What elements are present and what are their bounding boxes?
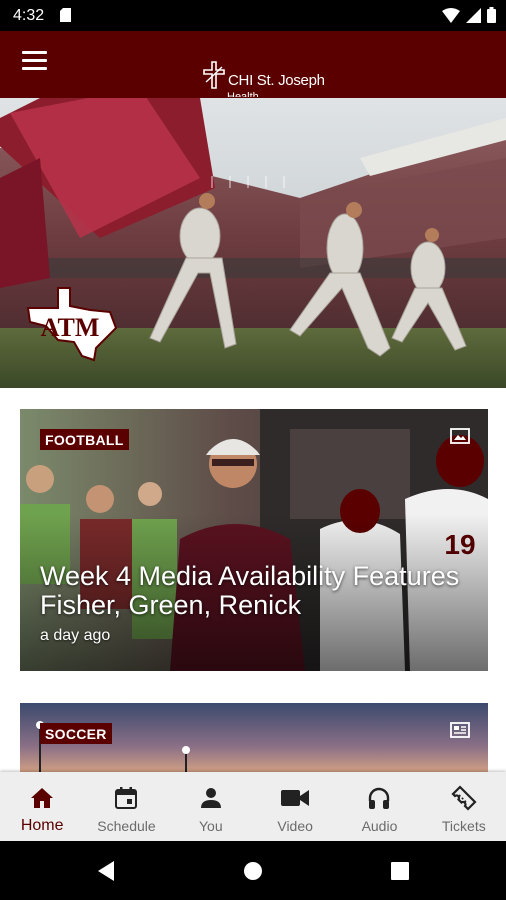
nav-label: You [199, 818, 223, 834]
nav-audio[interactable]: Audio [337, 772, 421, 841]
calendar-icon [115, 784, 138, 812]
back-icon[interactable] [96, 860, 116, 887]
system-nav-bar [0, 841, 506, 900]
sponsor-logo: CHI St. Joseph Health [202, 60, 325, 97]
nav-label: Tickets [441, 818, 486, 834]
category-tag: FOOTBALL [40, 429, 129, 450]
news-card[interactable]: 19 FOOTBALL Week 4 Media Availability Fe… [20, 409, 488, 671]
news-card[interactable]: SOCCER [20, 703, 488, 775]
battery-icon [487, 7, 496, 28]
wifi-icon [442, 7, 460, 28]
svg-text:ATM: ATM [41, 313, 100, 342]
news-card-time: a day ago [40, 627, 111, 644]
sd-card-icon [60, 8, 71, 27]
news-article-icon [450, 722, 470, 743]
status-time: 4:32 [13, 7, 45, 24]
sponsor-subtitle: Health [227, 91, 259, 97]
nav-video[interactable]: Video [253, 772, 337, 841]
ticket-icon [451, 784, 477, 812]
nav-label: Audio [361, 818, 398, 834]
hero-image: ATM [0, 98, 506, 388]
nav-home[interactable]: Home [0, 772, 84, 841]
cross-logo-icon [203, 61, 225, 89]
sponsor-name: CHI St. Joseph [228, 72, 325, 89]
hero-banner[interactable]: ATM [0, 98, 506, 388]
cell-signal-icon [466, 7, 481, 28]
gallery-icon [450, 428, 470, 451]
status-icons [442, 7, 496, 28]
nav-you[interactable]: You [169, 772, 253, 841]
nav-label: Home [20, 817, 64, 834]
home-circle-icon[interactable] [243, 860, 263, 887]
nav-tickets[interactable]: Tickets [422, 772, 506, 841]
home-icon [30, 784, 54, 812]
nav-label: Schedule [97, 818, 156, 834]
news-card-title: Week 4 Media Availability Features Fishe… [40, 561, 460, 620]
nav-label: Video [277, 818, 313, 834]
bottom-nav: Home Schedule You Video Audio Tickets [0, 772, 506, 841]
app-bar: CHI St. Joseph Health [0, 31, 506, 98]
hamburger-menu-icon[interactable] [22, 51, 52, 81]
category-tag: SOCCER [40, 723, 112, 744]
recents-icon[interactable] [390, 860, 410, 887]
video-camera-icon [281, 784, 310, 812]
headphones-icon [367, 784, 391, 812]
status-bar: 4:32 [0, 0, 506, 31]
nav-schedule[interactable]: Schedule [84, 772, 168, 841]
person-icon [200, 784, 222, 812]
